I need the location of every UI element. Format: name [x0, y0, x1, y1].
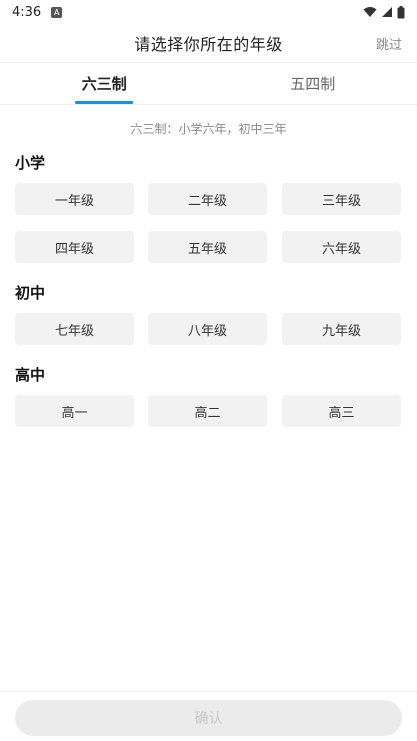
- grade-button-9[interactable]: 九年级: [282, 313, 401, 345]
- wifi-icon: [363, 6, 377, 18]
- section-title-senior: 高中: [15, 366, 46, 384]
- grade-row: 四年级 五年级 六年级: [15, 231, 402, 263]
- grade-button-6[interactable]: 六年级: [282, 231, 401, 263]
- tab-six-three[interactable]: 六三制: [0, 63, 209, 104]
- section-title-junior: 初中: [15, 284, 46, 302]
- tab-five-four[interactable]: 五四制: [209, 63, 417, 104]
- grade-button-1[interactable]: 一年级: [15, 183, 134, 215]
- grade-button-8[interactable]: 八年级: [148, 313, 267, 345]
- grade-button-7[interactable]: 七年级: [15, 313, 134, 345]
- grade-button-3[interactable]: 三年级: [282, 183, 401, 215]
- grade-button-4[interactable]: 四年级: [15, 231, 134, 263]
- status-bar: 4:36 A: [0, 0, 417, 24]
- status-time: 4:36: [12, 4, 42, 20]
- bottom-bar: 确认: [0, 691, 417, 741]
- grade-row: 一年级 二年级 三年级: [15, 183, 402, 215]
- signal-icon: [381, 6, 393, 18]
- grade-button-5[interactable]: 五年级: [148, 231, 267, 263]
- notification-icon: A: [51, 6, 63, 18]
- system-description: 六三制：小学六年，初中三年: [130, 122, 287, 136]
- status-icons: [363, 5, 405, 19]
- grade-button-senior-1[interactable]: 高一: [15, 395, 134, 427]
- grade-row: 七年级 八年级 九年级: [15, 313, 402, 345]
- grade-button-2[interactable]: 二年级: [148, 183, 267, 215]
- grade-button-senior-3[interactable]: 高三: [282, 395, 401, 427]
- grade-row: 高一 高二 高三: [15, 395, 402, 427]
- grade-button-senior-2[interactable]: 高二: [148, 395, 267, 427]
- skip-button[interactable]: 跳过: [376, 34, 402, 53]
- system-tabs: 六三制 五四制: [0, 62, 417, 105]
- confirm-button[interactable]: 确认: [15, 700, 402, 736]
- page-title: 请选择你所在的年级: [134, 35, 283, 54]
- grade-selection-screen: 4:36 A 请选择你所在的年级 跳过 六三制 五四制 六三制：小学六年，初中三…: [0, 0, 417, 741]
- section-title-primary: 小学: [15, 154, 46, 172]
- battery-icon: [397, 5, 405, 19]
- title-bar: 请选择你所在的年级 跳过: [0, 24, 417, 62]
